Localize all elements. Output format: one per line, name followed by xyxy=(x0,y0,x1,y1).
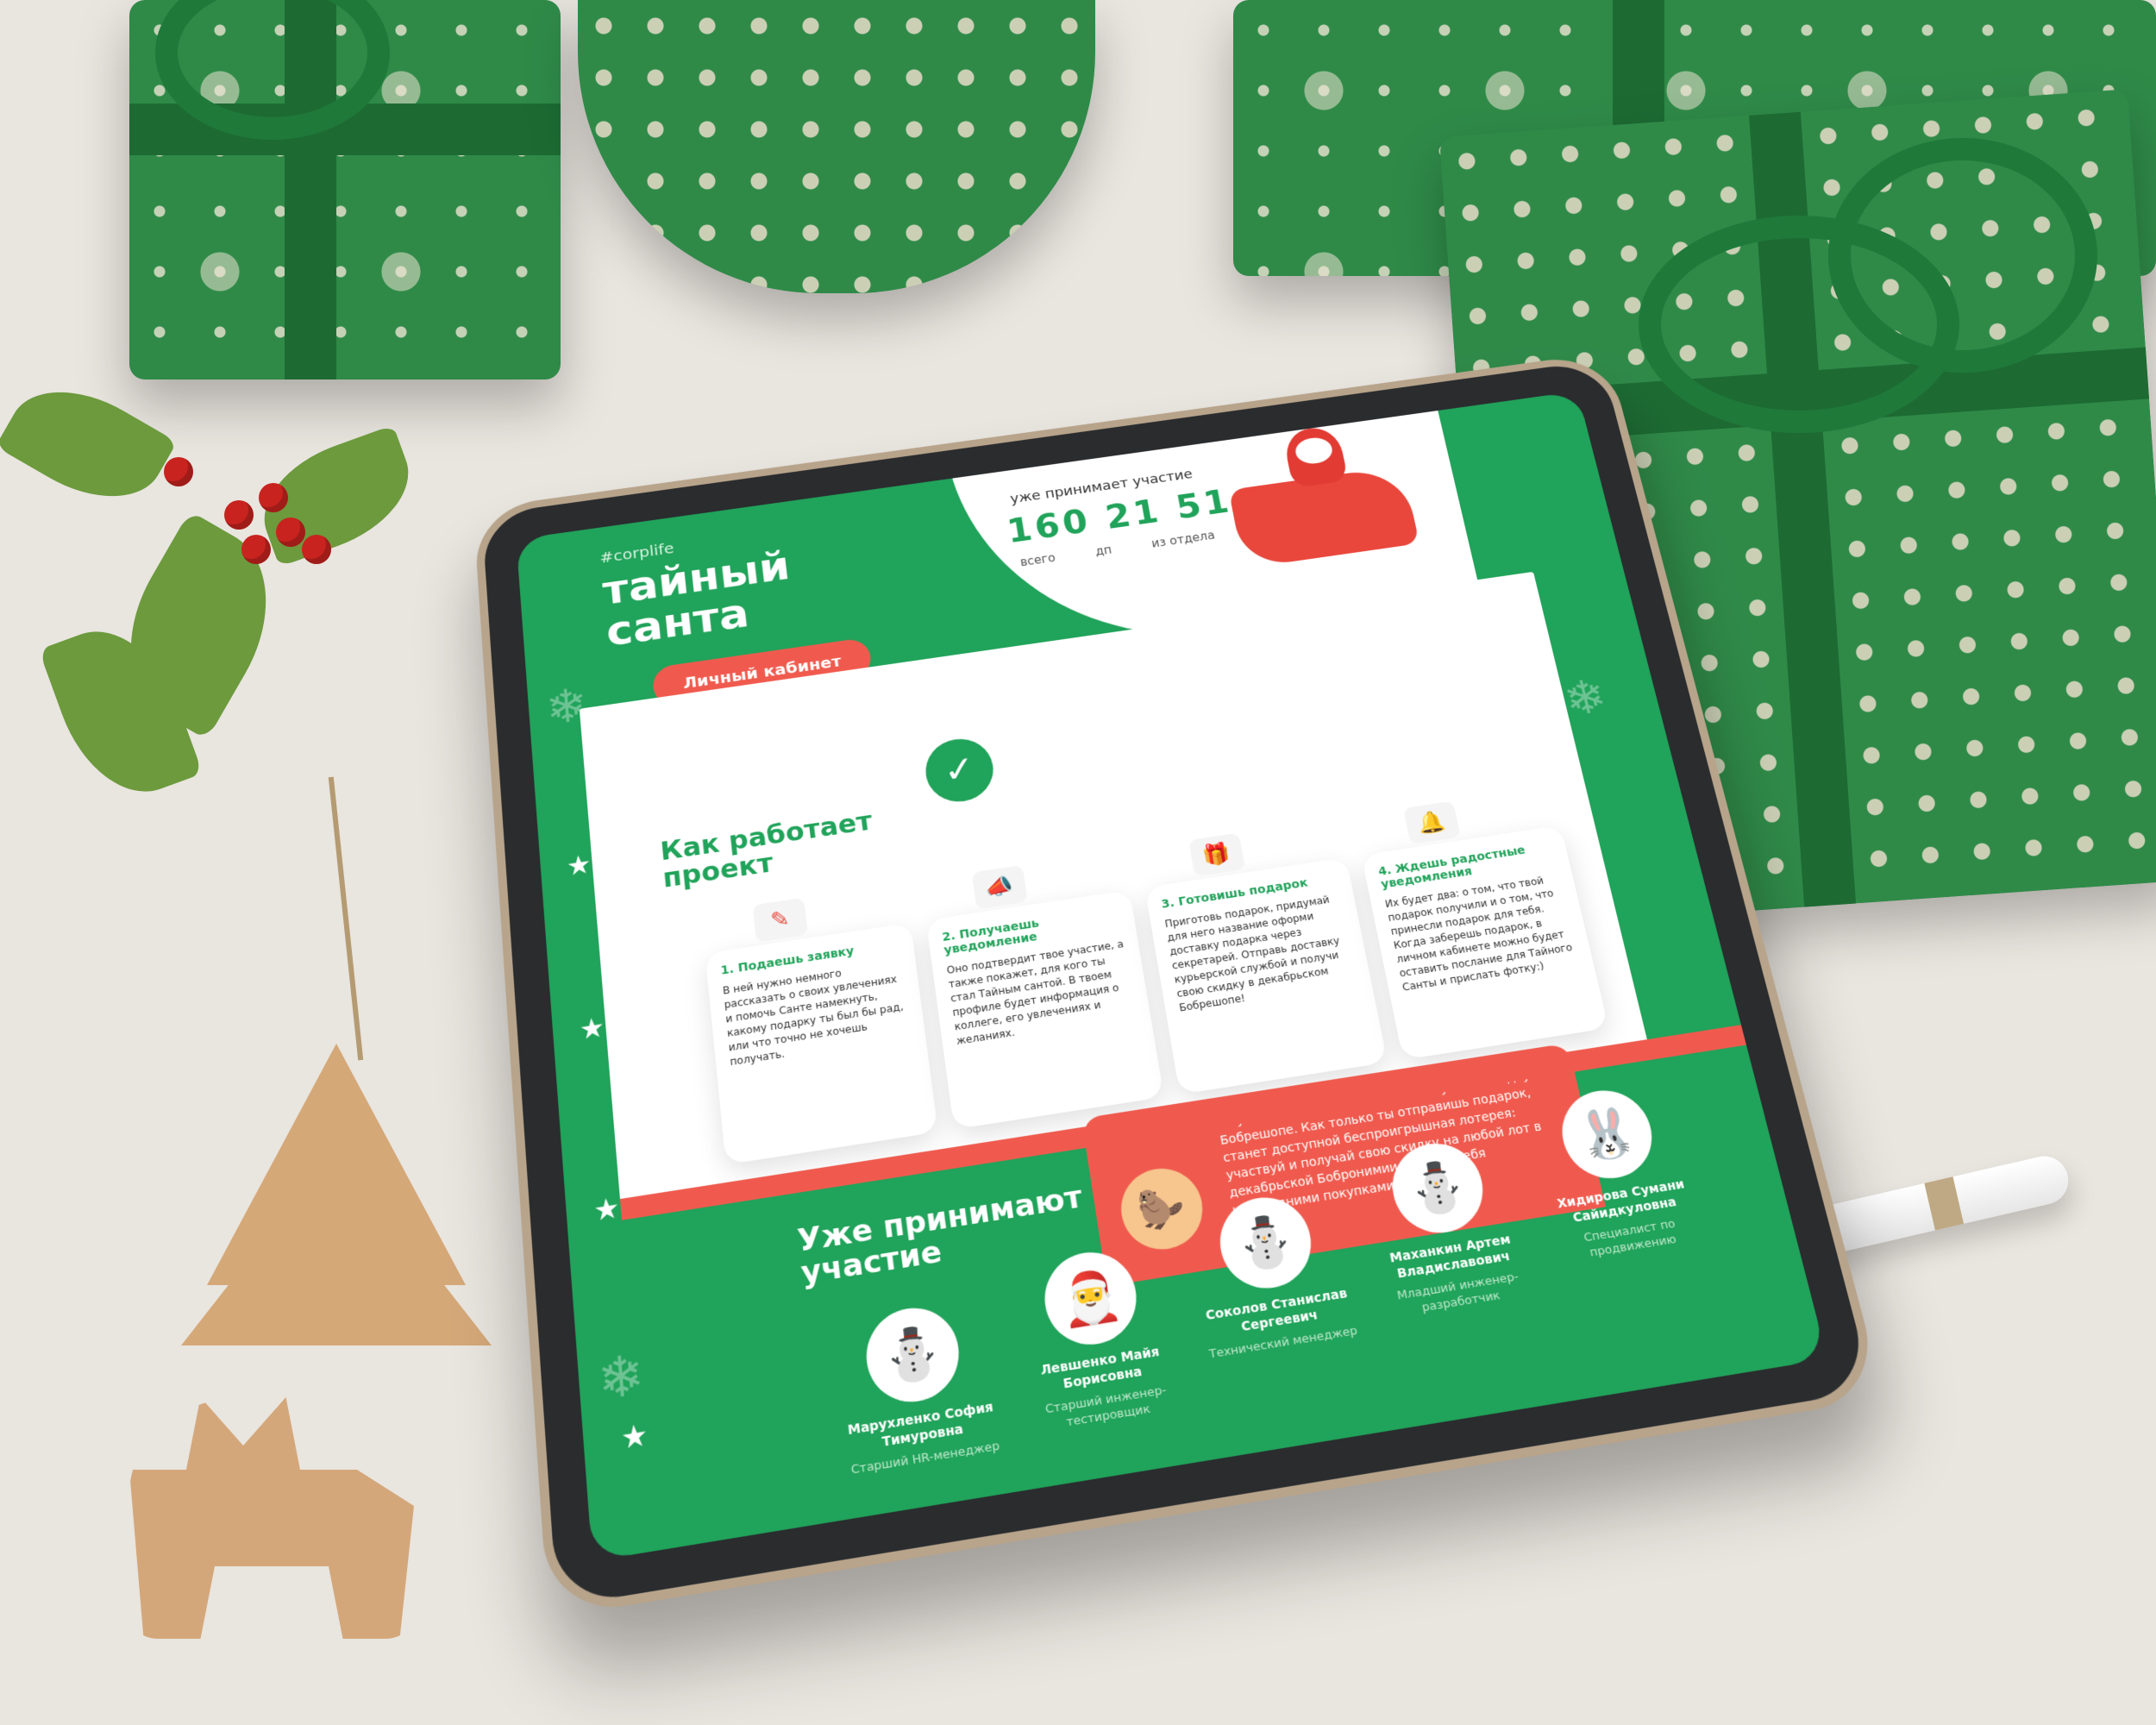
snowman-avatar-icon: ⛄ xyxy=(861,1302,965,1409)
holly-berry xyxy=(241,535,271,564)
snowflake-icon: ❄ xyxy=(595,1341,648,1414)
step-card: 📣 2. Получаешь уведомление Оно подтверди… xyxy=(925,864,1164,1130)
counter-sub-dp: дп xyxy=(1094,543,1113,559)
star-icon: ★ xyxy=(592,1190,621,1228)
participant-card[interactable]: ⛄ Соколов Станислав Сергеевич Технически… xyxy=(1169,1184,1375,1365)
snowman-avatar-icon: ⛄ xyxy=(1213,1191,1319,1295)
wooden-tree-ornament xyxy=(181,1147,492,1346)
counter-sub-total: всего xyxy=(1018,550,1056,569)
form-icon: ✎ xyxy=(752,897,808,943)
gift-box xyxy=(578,0,1095,293)
step-text: Оно подтвердит твое участие, а также пок… xyxy=(945,938,1125,1048)
participant-card[interactable]: 🎅 Левшенко Майя Борисовна Старший инжене… xyxy=(993,1239,1201,1439)
step-card: ✎ 1. Подаешь заявку В ней нужно немного … xyxy=(705,897,938,1165)
santa-avatar-icon: 🎅 xyxy=(1038,1245,1144,1352)
holly-leaf xyxy=(0,364,178,524)
counter-sub-department: из отдела xyxy=(1150,528,1216,551)
holly-berry xyxy=(302,535,331,564)
twine-string xyxy=(328,776,364,1061)
star-icon: ★ xyxy=(619,1416,649,1457)
wooden-deer-ornament xyxy=(129,1397,414,1639)
tablet-screen: ❄ ❄ ❄ ★ ★ ★ ★ #corplife тайный санта Лич… xyxy=(516,391,1828,1562)
holly-berry xyxy=(276,518,305,547)
holly-berry xyxy=(164,457,193,486)
snowman-avatar-icon: ⛄ xyxy=(1384,1137,1491,1239)
participant-card[interactable]: 🐰 Хидирова Сумани Сайидкуловна Специалис… xyxy=(1510,1077,1723,1268)
holly-berry xyxy=(259,483,288,512)
bell-icon: 🔔 xyxy=(1402,800,1461,845)
star-icon: ★ xyxy=(578,1010,606,1047)
step-text: В ней нужно немного рассказать о своих у… xyxy=(722,967,905,1069)
star-icon: ★ xyxy=(565,848,592,882)
participant-card[interactable]: ⛄ Маханкин Артем Владиславович Младший и… xyxy=(1341,1131,1552,1324)
step-card: 🔔 4. Ждешь радостные уведомления Их буде… xyxy=(1361,800,1609,1060)
holly-berry xyxy=(224,500,254,530)
checkmark-icon: ✓ xyxy=(921,734,998,806)
ribbon-bow xyxy=(1828,138,2097,373)
gift-icon: 🎁 xyxy=(1188,832,1246,877)
step-card: 🎁 3. Готовишь подарок Приготовь подарок,… xyxy=(1144,832,1388,1095)
participant-card[interactable]: ⛄ Марухленко София Тимуровна Старший HR-… xyxy=(816,1295,1019,1482)
step-text: Их будет два: о том, что твой подарок по… xyxy=(1383,875,1574,994)
step-text: Приготовь подарок, придумай для него наз… xyxy=(1163,894,1341,1014)
how-it-works-title: Как работает проект xyxy=(658,805,874,894)
bunny-avatar-icon: 🐰 xyxy=(1553,1084,1661,1185)
megaphone-icon: 📣 xyxy=(971,864,1028,910)
